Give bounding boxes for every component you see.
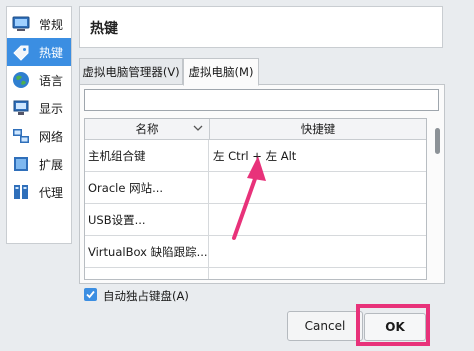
shortcut-table: 名称 快捷键 主机组合键 左 Ctrl + 左 Alt Oracle 网站...…	[84, 118, 427, 280]
proxy-icon	[14, 185, 28, 199]
column-header-name[interactable]: 名称	[85, 119, 210, 140]
sidebar-item-language[interactable]: 语言	[7, 66, 71, 94]
ok-button[interactable]: OK	[364, 313, 426, 341]
chevron-down-icon	[193, 125, 203, 131]
sidebar-item-label: 常规	[39, 17, 64, 32]
tab-label: 虚拟电脑管理器(V)	[82, 65, 180, 79]
sidebar-item-label: 语言	[39, 73, 64, 88]
display-icon	[13, 100, 29, 115]
settings-sidebar: 常规 热键 语言 显示 网络 扩展 代理	[6, 6, 72, 244]
table-row[interactable]: 主机组合键 左 Ctrl + 左 Alt	[85, 140, 426, 172]
sidebar-item-label: 热键	[39, 45, 64, 60]
table-row[interactable]: VirtualBox 缺陷跟踪...	[85, 236, 426, 268]
sidebar-item-label: 扩展	[39, 157, 64, 172]
tab-vm-manager[interactable]: 虚拟电脑管理器(V)	[79, 58, 183, 86]
page-title: 热键	[90, 21, 118, 37]
network-icon	[13, 129, 29, 143]
sidebar-item-extensions[interactable]: 扩展	[7, 150, 71, 178]
row-name: VirtualBox 缺陷跟踪...	[85, 236, 209, 267]
globe-icon	[13, 72, 29, 88]
row-name: 主机组合键	[85, 140, 209, 171]
puzzle-icon	[14, 157, 28, 171]
sidebar-item-hotkeys[interactable]: 热键	[7, 38, 71, 66]
sidebar-item-display[interactable]: 显示	[7, 94, 71, 122]
monitor-icon	[12, 16, 30, 31]
tab-virtual-machine[interactable]: 虚拟电脑(M)	[183, 58, 259, 86]
sidebar-item-general[interactable]: 常规	[7, 10, 71, 38]
sidebar-item-network[interactable]: 网络	[7, 122, 71, 150]
sidebar-item-label: 代理	[39, 185, 64, 200]
column-header-shortcut[interactable]: 快捷键	[210, 119, 426, 140]
cancel-button[interactable]: Cancel	[287, 311, 363, 341]
auto-capture-label[interactable]: 自动独占键盘(A)	[103, 288, 189, 304]
tab-label: 虚拟电脑(M)	[188, 65, 254, 79]
filter-input[interactable]	[84, 89, 439, 111]
auto-capture-checkbox[interactable]	[84, 288, 97, 301]
table-row[interactable]: Oracle 网站...	[85, 172, 426, 204]
table-row[interactable]: USB设置...	[85, 204, 426, 236]
row-name: USB设置...	[85, 204, 209, 235]
page-title-box: 热键	[79, 6, 443, 48]
scrollbar-thumb[interactable]	[435, 128, 440, 154]
sidebar-item-label: 网络	[39, 129, 64, 144]
tag-icon	[13, 45, 29, 61]
row-name: Oracle 网站...	[85, 172, 209, 203]
table-row[interactable]	[85, 268, 426, 279]
checkmark-icon	[86, 290, 95, 299]
sidebar-item-label: 显示	[39, 101, 64, 116]
row-shortcut[interactable]: 左 Ctrl + 左 Alt	[213, 140, 296, 171]
sidebar-item-proxy[interactable]: 代理	[7, 178, 71, 206]
row-name	[85, 268, 209, 279]
